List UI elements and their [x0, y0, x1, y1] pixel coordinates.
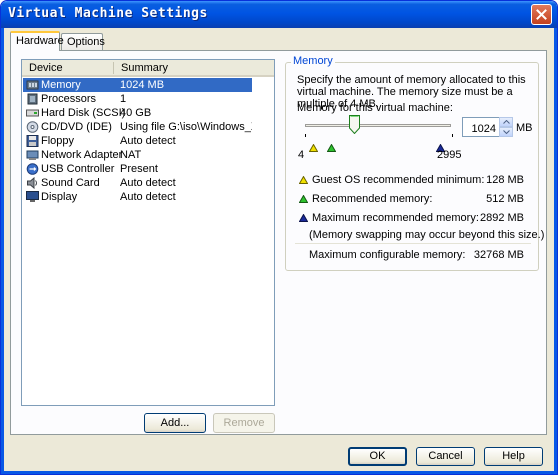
vm-settings-window: Virtual Machine Settings Hardware Option… — [0, 0, 558, 475]
max-configurable-value: 32768 MB — [473, 249, 524, 261]
close-button[interactable] — [531, 4, 552, 25]
window-title: Virtual Machine Settings — [8, 6, 208, 21]
add-device-button[interactable]: Add... — [144, 413, 206, 433]
network-adapter-icon — [26, 150, 39, 160]
device-summary: Using file G:\iso\Windows_XP... — [120, 121, 252, 133]
column-header-summary[interactable]: Summary — [121, 62, 168, 74]
device-row-display[interactable]: Display Auto detect — [23, 190, 252, 204]
recommended-value: 512 MB — [486, 193, 524, 205]
slider-max-label: 2995 — [437, 149, 462, 161]
guest-min-value: 128 MB — [486, 174, 524, 186]
device-row-floppy[interactable]: Floppy Auto detect — [23, 134, 252, 148]
device-summary: Auto detect — [120, 135, 176, 147]
window-border-right — [554, 28, 557, 474]
sound-card-icon — [27, 177, 37, 189]
processor-icon — [27, 93, 38, 105]
memory-icon — [26, 80, 39, 90]
guest-min-marker-icon — [309, 144, 318, 152]
device-name: Memory — [41, 79, 81, 91]
device-row-cd-dvd[interactable]: CD/DVD (IDE) Using file G:\iso\Windows_X… — [23, 120, 252, 134]
recommended-icon — [299, 195, 308, 203]
tab-options[interactable]: Options — [61, 33, 105, 50]
memory-field-label: Memory for this virtual machine: — [297, 102, 453, 114]
chevron-down-icon — [502, 130, 510, 134]
device-summary: 40 GB — [120, 107, 152, 119]
device-summary: 1 — [120, 93, 127, 105]
device-summary: Auto detect — [120, 191, 176, 203]
memory-unit-label: MB — [516, 122, 533, 134]
slider-min-label: 4 — [298, 149, 305, 161]
device-summary: Present — [120, 163, 158, 175]
device-name: Display — [41, 191, 78, 203]
device-name: Network Adapter — [41, 149, 123, 161]
memory-spin-down-button[interactable] — [499, 127, 513, 137]
device-name: USB Controller — [41, 163, 115, 175]
max-configurable-label: Maximum configurable memory: — [309, 249, 466, 261]
window-border-bottom — [1, 471, 557, 474]
device-name: Floppy — [41, 135, 75, 147]
device-name: Processors — [41, 93, 97, 105]
hard-disk-icon — [26, 109, 39, 117]
guest-min-label: Guest OS recommended minimum: — [312, 174, 485, 186]
add-device-button-label: Add... — [160, 417, 190, 429]
memory-group-label: Memory — [291, 55, 335, 67]
slider-tick — [452, 134, 453, 137]
device-summary: NAT — [120, 149, 142, 161]
device-row-processors[interactable]: Processors 1 — [23, 92, 252, 106]
swapping-note: (Memory swapping may occur beyond this s… — [309, 229, 545, 241]
memory-value-input[interactable] — [462, 117, 500, 137]
device-name: Hard Disk (SCSI) — [41, 107, 126, 119]
device-row-usb-controller[interactable]: USB Controller Present — [23, 162, 252, 176]
chevron-up-icon — [502, 120, 510, 124]
device-row-hard-disk[interactable]: Hard Disk (SCSI) 40 GB — [23, 106, 252, 120]
display-icon — [26, 191, 39, 202]
ok-button-label: OK — [369, 450, 386, 462]
close-icon — [536, 9, 547, 20]
device-summary: 1024 MB — [120, 79, 165, 91]
guest-min-icon — [299, 176, 308, 184]
memory-slider-thumb[interactable] — [349, 115, 360, 134]
memory-divider — [295, 243, 531, 244]
cd-dvd-icon — [26, 121, 39, 133]
column-header-device[interactable]: Device — [29, 62, 63, 74]
device-row-memory[interactable]: Memory 1024 MB — [23, 78, 252, 92]
help-button-label: Help — [502, 450, 525, 462]
device-row-sound-card[interactable]: Sound Card Auto detect — [23, 176, 252, 190]
device-name: Sound Card — [41, 177, 100, 189]
device-list[interactable]: Device Summary Memory 1024 MB Processors — [21, 59, 275, 406]
remove-device-button-label: Remove — [223, 417, 265, 429]
recommended-marker-icon — [327, 144, 336, 152]
window-border-left — [1, 28, 4, 474]
max-recommended-label: Maximum recommended memory: — [312, 212, 479, 224]
floppy-icon — [26, 135, 39, 147]
ok-button[interactable]: OK — [348, 447, 407, 466]
max-recommended-value: 2892 MB — [479, 212, 524, 224]
max-recommended-icon — [299, 214, 308, 222]
device-list-header: Device Summary — [22, 60, 274, 77]
column-separator[interactable] — [113, 62, 114, 74]
cancel-button[interactable]: Cancel — [416, 447, 475, 466]
memory-slider-track[interactable] — [305, 124, 451, 127]
tab-hardware[interactable]: Hardware — [10, 31, 64, 51]
help-button[interactable]: Help — [484, 447, 543, 466]
title-bar[interactable]: Virtual Machine Settings — [1, 1, 557, 28]
memory-spin-up-button[interactable] — [499, 117, 513, 127]
remove-device-button[interactable]: Remove — [213, 413, 275, 433]
hardware-tab-panel: Device Summary Memory 1024 MB Processors — [10, 50, 547, 435]
slider-tick — [305, 134, 306, 137]
usb-icon — [26, 163, 39, 175]
device-row-network-adapter[interactable]: Network Adapter NAT — [23, 148, 252, 162]
recommended-label: Recommended memory: — [312, 193, 433, 205]
cancel-button-label: Cancel — [428, 450, 463, 462]
device-summary: Auto detect — [120, 177, 176, 189]
device-name: CD/DVD (IDE) — [41, 121, 112, 133]
